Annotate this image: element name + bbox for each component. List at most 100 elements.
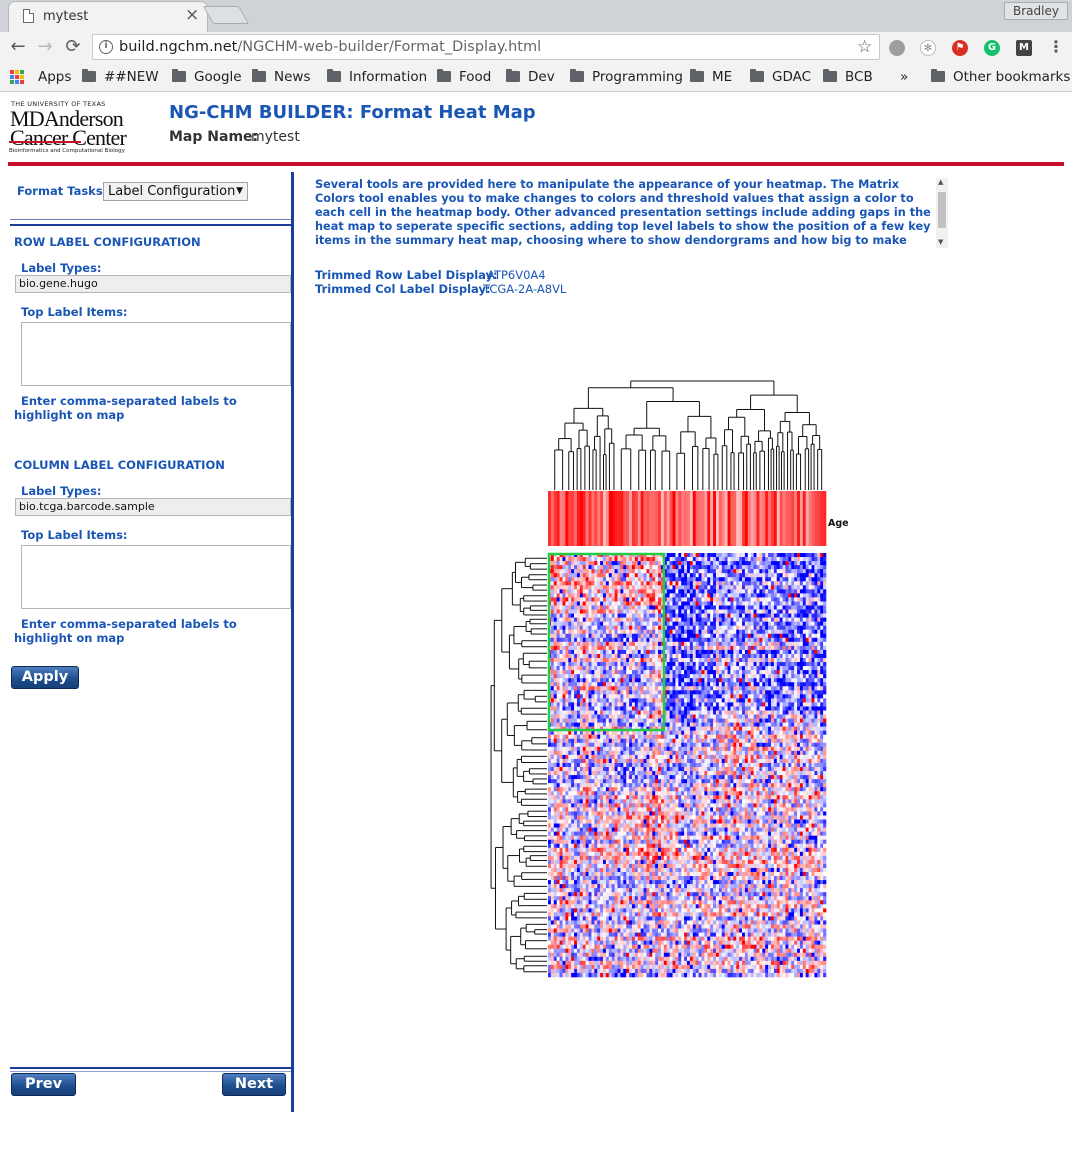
heatmap-cell xyxy=(713,641,717,647)
other-bookmarks[interactable]: Other bookmarks xyxy=(931,69,1070,85)
bookmark-food[interactable]: Food xyxy=(437,69,491,85)
star-icon[interactable]: ☆ xyxy=(857,37,872,57)
heatmap-cell xyxy=(692,597,696,602)
heatmap-cell xyxy=(603,694,607,699)
heatmap-cell xyxy=(655,625,659,631)
divider xyxy=(10,1071,291,1072)
heatmap-cell xyxy=(692,621,696,626)
heatmap-cell xyxy=(802,581,807,586)
heatmap-cell xyxy=(666,714,670,719)
bookmarks-overflow[interactable]: » xyxy=(900,69,908,85)
heatmap-cell xyxy=(640,674,644,679)
heatmap-cell xyxy=(779,641,783,647)
extension-red-icon[interactable]: ⚑ xyxy=(952,40,968,56)
heatmap-cell xyxy=(684,690,688,695)
next-button[interactable]: Next xyxy=(222,1073,286,1096)
heatmap-cell xyxy=(597,678,601,683)
heatmap-cell xyxy=(724,609,728,614)
info-icon[interactable]: i xyxy=(99,40,113,54)
apply-button[interactable]: Apply xyxy=(11,666,79,689)
heatmap-cell xyxy=(707,670,711,675)
folder-icon xyxy=(327,69,341,82)
heatmap-cell xyxy=(585,577,589,582)
heatmap-cell xyxy=(559,674,563,679)
heatmap-cell xyxy=(559,653,563,659)
new-tab-button[interactable] xyxy=(202,6,250,24)
heatmap-cell xyxy=(623,682,627,687)
close-icon[interactable]: × xyxy=(185,6,199,24)
back-arrow-icon[interactable]: ← xyxy=(7,35,29,59)
bookmark-information[interactable]: Information xyxy=(327,69,427,85)
heatmap-cell xyxy=(802,670,807,675)
heatmap-cell xyxy=(721,657,725,663)
extension-gear-icon[interactable]: ✻ xyxy=(920,40,936,56)
heatmap-cell xyxy=(576,702,581,707)
bookmark-dev[interactable]: Dev xyxy=(506,69,555,85)
apps-grid-icon[interactable] xyxy=(10,70,24,84)
bookmark-gdac[interactable]: GDAC xyxy=(750,69,811,85)
bookmark-news[interactable]: News xyxy=(252,69,310,85)
heatmap-cell xyxy=(591,637,595,643)
heatmap-cell xyxy=(559,613,563,618)
heatmap-cell xyxy=(608,730,613,736)
bookmark-bcb[interactable]: BCB xyxy=(823,69,873,85)
heatmap-cell xyxy=(802,726,807,731)
heatmap-cell xyxy=(611,686,615,691)
heatmap-cell xyxy=(643,710,647,715)
bookmark-apps[interactable]: Apps xyxy=(38,69,71,85)
forward-arrow-icon[interactable]: → xyxy=(34,35,56,59)
heatmap-cell xyxy=(799,577,804,582)
row-label-types-field[interactable]: bio.gene.hugo xyxy=(15,275,291,293)
heatmap-cell xyxy=(643,678,647,683)
user-profile-badge[interactable]: Bradley xyxy=(1004,2,1068,20)
heatmap-cell xyxy=(588,561,592,566)
bookmark-new[interactable]: ##NEW xyxy=(82,69,159,85)
heatmap-cell xyxy=(747,706,752,711)
heatmap-cell xyxy=(747,698,752,703)
grammarly-icon[interactable]: G xyxy=(984,40,1000,56)
row-top-label-items-textarea[interactable] xyxy=(21,322,291,386)
prev-button[interactable]: Prev xyxy=(11,1073,76,1096)
heatmap-cell xyxy=(623,702,627,707)
heatmap-cell xyxy=(739,682,743,687)
intro-text-box[interactable]: Several tools are provided here to manip… xyxy=(310,178,948,248)
heatmap-cell xyxy=(753,569,757,574)
bookmark-programming[interactable]: Programming xyxy=(570,69,683,85)
scroll-up-icon[interactable]: ▲ xyxy=(938,178,943,186)
bookmark-me[interactable]: ME xyxy=(690,69,732,85)
col-label-types-field[interactable]: bio.tcga.barcode.sample xyxy=(15,498,291,516)
heatmap-cell xyxy=(684,694,688,699)
col-top-label-items-textarea[interactable] xyxy=(21,545,291,609)
heatmap-cell xyxy=(649,585,653,590)
menu-icon[interactable]: ⋮ xyxy=(1048,37,1064,56)
heatmap-cell xyxy=(672,690,676,695)
heatmap-cell xyxy=(631,678,636,683)
format-tasks-select[interactable]: Label Configuration ▼ xyxy=(103,182,248,201)
browser-tab[interactable]: mytest × xyxy=(8,1,208,32)
heatmap-cell xyxy=(808,605,812,610)
extension-m-icon[interactable]: M xyxy=(1016,40,1032,56)
heatmap-cell xyxy=(770,710,775,715)
intro-scrollbar[interactable]: ▲ ▼ xyxy=(936,178,948,248)
extension-circle-icon[interactable] xyxy=(889,40,905,56)
bookmark-google[interactable]: Google xyxy=(172,69,242,85)
heatmap-cell xyxy=(582,666,586,671)
heatmap-cell xyxy=(623,678,627,683)
heatmap-cell xyxy=(739,601,743,606)
heatmap-cell xyxy=(750,565,754,570)
address-bar[interactable]: i build.ngchm.net/NGCHM-web-builder/Form… xyxy=(92,34,880,60)
heatmap-cell xyxy=(620,569,624,574)
reload-icon[interactable]: ⟳ xyxy=(62,35,84,59)
heatmap-preview[interactable] xyxy=(470,360,870,990)
heatmap-cell xyxy=(776,625,780,631)
heatmap-cell xyxy=(666,561,670,566)
heatmap-cell xyxy=(817,702,821,707)
heatmap-cell xyxy=(785,726,789,731)
heatmap-cell xyxy=(565,585,569,590)
scroll-thumb[interactable] xyxy=(938,192,946,228)
heatmap-cell xyxy=(585,573,589,578)
heatmap-cell xyxy=(672,569,676,574)
scroll-down-icon[interactable]: ▼ xyxy=(938,238,943,246)
heatmap-cell xyxy=(727,706,731,711)
covariate-cell xyxy=(765,491,769,546)
